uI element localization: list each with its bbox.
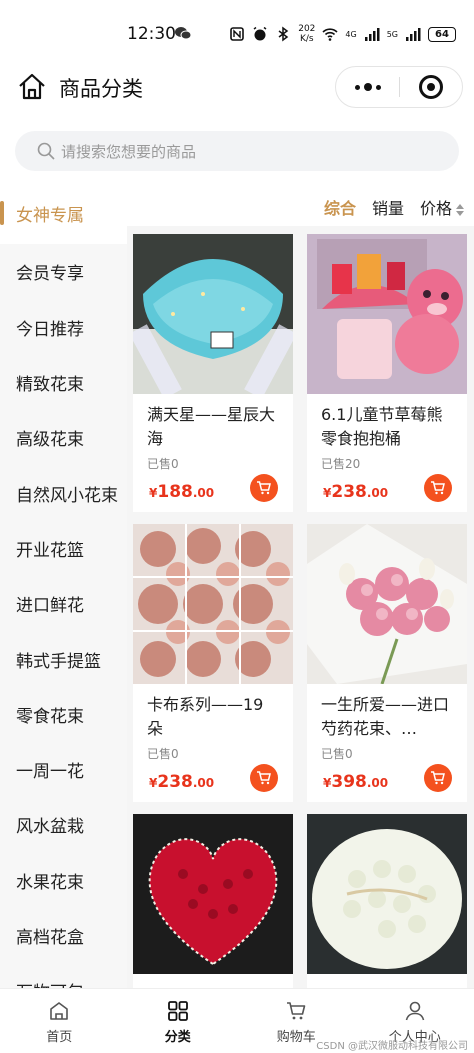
signal-5g-label: 5G: [386, 29, 398, 39]
close-button[interactable]: [400, 75, 462, 99]
product-name[interactable]: 卡布系列——19朵: [133, 684, 293, 741]
sidebar-item-imported[interactable]: 进口鲜花: [0, 576, 127, 632]
product-image[interactable]: [133, 234, 293, 394]
status-bar: 12:30 202 K/s 4G 5G 64: [0, 0, 474, 60]
search-input[interactable]: 请搜索您想要的商品: [61, 141, 196, 162]
product-price: ¥398.00: [323, 772, 389, 792]
watermark: CSDN @武汉微服动科技有限公司: [316, 1041, 468, 1052]
cart-icon: [431, 481, 445, 495]
home-icon[interactable]: [17, 72, 47, 102]
tab-home[interactable]: 首页: [0, 989, 119, 1053]
page-title: 商品分类: [59, 77, 143, 101]
sidebar-item-giftbox[interactable]: 高档花盒: [0, 907, 127, 964]
search-icon: [37, 142, 55, 160]
product-sold: 已售0: [147, 457, 179, 471]
sort-sales[interactable]: 销量: [372, 195, 404, 219]
bluetooth-icon: [278, 26, 289, 42]
product-image[interactable]: [307, 234, 467, 394]
product-image[interactable]: [307, 814, 467, 974]
sidebar-item-anything[interactable]: 万物可包: [0, 963, 127, 988]
product-image[interactable]: [133, 524, 293, 684]
sort-bar: 综合 销量 价格: [130, 188, 474, 226]
add-to-cart-button[interactable]: [250, 764, 278, 792]
product-name[interactable]: 一生所爱——进口芍药花束、…: [307, 684, 467, 741]
wechat-icon: [175, 27, 191, 40]
sidebar-item-korean[interactable]: 韩式手提篮: [0, 631, 127, 687]
product-price: ¥188.00: [149, 482, 215, 502]
tab-home-label: 首页: [46, 1030, 73, 1045]
category-tab-icon: [167, 1001, 188, 1021]
sort-arrows-icon: [456, 203, 464, 216]
cart-icon: [257, 481, 271, 495]
miniprogram-capsule: [335, 66, 463, 108]
wifi-icon: [322, 28, 338, 41]
product-price: ¥238.00: [323, 482, 389, 502]
product-name[interactable]: 6.1儿童节草莓熊零食抱抱桶: [307, 394, 467, 451]
sidebar-item-member[interactable]: 会员专享: [0, 244, 127, 300]
product-card[interactable]: 卡布系列——19朵 已售0 ¥238.00: [133, 524, 293, 802]
header: 商品分类: [0, 60, 474, 116]
product-price: ¥238.00: [149, 772, 215, 792]
sort-price[interactable]: 价格: [420, 195, 464, 219]
sort-price-label: 价格: [419, 199, 452, 218]
home-tab-icon: [50, 1002, 69, 1020]
product-sold: 已售20: [321, 457, 361, 471]
sidebar-item-goddess[interactable]: 女神专属: [0, 186, 127, 242]
product-image[interactable]: [133, 814, 293, 974]
cart-tab-icon: [287, 1002, 306, 1020]
cart-icon: [431, 771, 445, 785]
status-time: 12:30: [127, 24, 176, 44]
network-speed: 202 K/s: [298, 24, 316, 44]
nfc-icon: [230, 27, 245, 41]
sidebar-item-fruit[interactable]: 水果花束: [0, 852, 127, 908]
add-to-cart-button[interactable]: [424, 474, 452, 502]
user-tab-icon: [405, 1001, 425, 1021]
search-bar[interactable]: 请搜索您想要的商品: [15, 131, 459, 171]
product-name[interactable]: 满天星——星辰大海: [133, 394, 293, 451]
tab-category[interactable]: 分类: [119, 989, 238, 1053]
status-icons: 202 K/s 4G 5G 64: [229, 24, 456, 44]
signal-4g-label: 4G: [345, 29, 357, 39]
product-grid: 满天星——星辰大海 已售0 ¥188.00 6.1儿童节草莓熊零食抱抱桶 已售2…: [133, 234, 469, 988]
product-card[interactable]: [307, 814, 467, 988]
product-sold: 已售0: [147, 747, 179, 761]
sidebar-item-premium[interactable]: 高级花束: [0, 410, 127, 466]
sidebar-item-weekly[interactable]: 一周一花: [0, 741, 127, 798]
signal-bars-icon: [364, 28, 380, 41]
sidebar-item-snack[interactable]: 零食花束: [0, 686, 127, 742]
sidebar-item-exquisite[interactable]: 精致花束: [0, 354, 127, 411]
sidebar-item-today[interactable]: 今日推荐: [0, 299, 127, 355]
battery-indicator: 64: [428, 26, 456, 42]
alarm-icon: [253, 26, 267, 41]
cart-icon: [257, 771, 271, 785]
product-card[interactable]: 6.1儿童节草莓熊零食抱抱桶 已售20 ¥238.00: [307, 234, 467, 512]
sidebar-item-fengshui[interactable]: 风水盆栽: [0, 797, 127, 853]
add-to-cart-button[interactable]: [250, 474, 278, 502]
sidebar-item-natural[interactable]: 自然风小花束: [0, 465, 127, 521]
product-sold: 已售0: [321, 747, 353, 761]
product-card[interactable]: [133, 814, 293, 988]
sidebar-item-opening[interactable]: 开业花篮: [0, 520, 127, 577]
product-card[interactable]: 满天星——星辰大海 已售0 ¥188.00: [133, 234, 293, 512]
signal-bars-icon: [406, 28, 421, 41]
more-button[interactable]: [336, 83, 399, 91]
add-to-cart-button[interactable]: [424, 764, 452, 792]
close-icon: [418, 75, 443, 99]
tab-cart-label: 购物车: [276, 1030, 316, 1045]
category-sidebar: 女神专属 会员专享 今日推荐 精致花束 高级花束 自然风小花束 开业花篮 进口鲜…: [0, 186, 127, 988]
product-image[interactable]: [307, 524, 467, 684]
tab-category-label: 分类: [164, 1030, 191, 1045]
product-card[interactable]: 一生所爱——进口芍药花束、… 已售0 ¥398.00: [307, 524, 467, 802]
sort-comprehensive[interactable]: 综合: [324, 195, 356, 219]
